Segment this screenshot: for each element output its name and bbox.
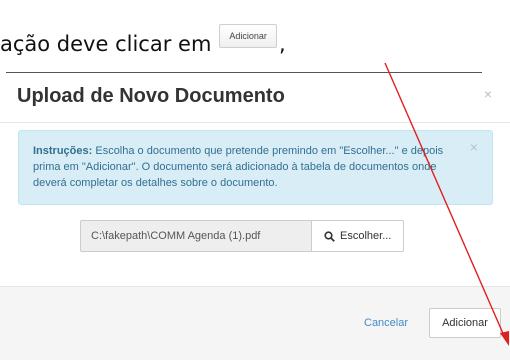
modal-footer: Cancelar Adicionar: [0, 287, 510, 360]
modal-title: Upload de Novo Documento: [17, 85, 285, 107]
file-picker: C:\fakepath\COMM Agenda (1).pdf Escolher…: [80, 220, 405, 252]
document-sentence: ação deve clicar em: [0, 32, 212, 56]
instructions-alert: Instruções: Escolha o documento que pret…: [18, 130, 493, 205]
search-icon: [324, 230, 335, 242]
cancel-link[interactable]: Cancelar: [364, 317, 408, 329]
choose-file-button[interactable]: Escolher...: [311, 220, 405, 252]
alert-body: Escolha o documento que pretende premind…: [33, 145, 444, 189]
document-trailing: ,: [278, 32, 286, 56]
alert-close-icon[interactable]: ×: [470, 139, 478, 155]
alert-label: Instruções:: [33, 145, 93, 157]
modal-close-icon[interactable]: ×: [484, 86, 492, 102]
file-path-field[interactable]: C:\fakepath\COMM Agenda (1).pdf: [80, 220, 311, 252]
modal-header-divider: [0, 122, 510, 123]
document-rule: [6, 72, 482, 73]
inline-add-button-image: Adicionar: [219, 24, 277, 48]
add-button[interactable]: Adicionar: [429, 308, 501, 338]
choose-file-label: Escolher...: [340, 230, 392, 242]
alert-text-block: Instruções: Escolha o documento que pret…: [33, 143, 473, 191]
document-text-line: ação deve clicar em Adicionar ,: [0, 22, 286, 66]
upload-modal: Upload de Novo Documento × Instruções: E…: [0, 74, 510, 360]
